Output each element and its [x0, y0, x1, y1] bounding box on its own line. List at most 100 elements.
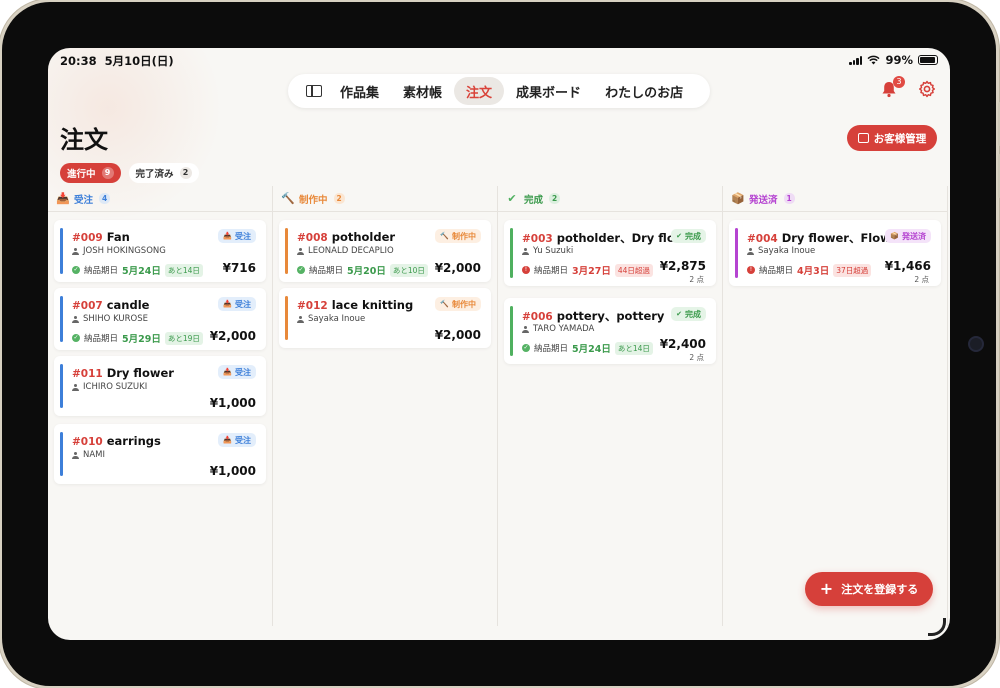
customer-button-label: お客様管理	[873, 132, 927, 145]
inbox-icon: 📥	[223, 368, 232, 376]
gear-icon[interactable]	[918, 80, 936, 98]
hammer-icon: 🔨	[440, 232, 449, 240]
order-customer: Sayaka Inoue	[747, 246, 815, 256]
order-title: potholder、Dry flo...	[556, 231, 688, 245]
column-count: 2	[333, 193, 345, 204]
due-date-row: ✓ 納品期日 5月20日 あと10日	[297, 263, 428, 277]
order-heading: #007 candle	[72, 298, 149, 312]
status-badge: 🔨 制作中	[435, 297, 481, 311]
nav-item-portfolio[interactable]: 作品集	[328, 77, 391, 105]
due-date: 5月29日	[122, 334, 161, 345]
inbox-icon: 📥	[223, 436, 232, 444]
order-price: ¥2,000	[434, 261, 481, 275]
order-card[interactable]: #008 potholder LEONALD DECAPLIO 🔨 制作中 ✓ 納品期日 5月…	[279, 220, 491, 282]
order-price: ¥716	[222, 261, 256, 275]
filter-label: 進行中	[67, 169, 96, 180]
card-accent-bar	[60, 228, 63, 274]
order-heading: #009 Fan	[72, 230, 130, 244]
clock-icon: ✓	[522, 344, 530, 352]
nav-item-orders[interactable]: 注文	[454, 77, 505, 105]
due-remaining-tag: 44日超過	[614, 263, 653, 277]
status-label: 受注	[235, 367, 251, 377]
nav-item-results-board[interactable]: 成果ボード	[504, 77, 593, 105]
order-customer: NAMI	[72, 450, 105, 460]
due-date-row: ✓ 納品期日 5月29日 あと19日	[72, 331, 203, 345]
filter-label: 完了済み	[135, 169, 174, 180]
filter-count: 2	[179, 167, 192, 179]
order-price: ¥2,000	[209, 329, 256, 343]
due-label: 納品期日	[84, 266, 119, 276]
order-customer: JOSH HOKINGSONG	[72, 246, 166, 256]
order-title: lace knitting	[331, 298, 414, 312]
column-label: 受注	[74, 194, 94, 206]
customer-management-button[interactable]: お客様管理	[847, 125, 937, 151]
due-label: 納品期日	[84, 334, 119, 344]
card-accent-bar	[285, 228, 288, 274]
due-remaining-tag: あと19日	[164, 331, 203, 345]
hammer-icon: 🔨	[281, 191, 295, 205]
check-circle-icon: ✔	[676, 232, 682, 240]
status-filters: 進行中 9 完了済み 2	[60, 163, 199, 183]
order-heading: #006 pottery、pottery	[522, 308, 664, 324]
order-card[interactable]: #004 Dry flower、Flower Sayaka Inoue 📦 発送済! 納品…	[729, 220, 941, 286]
nav-item-my-shop[interactable]: わたしのお店	[593, 77, 695, 105]
order-card[interactable]: #009 Fan JOSH HOKINGSONG 📥 受注 ✓ 納品期日 5月24日 あと14日…	[54, 220, 266, 282]
order-heading: #008 potholder	[297, 230, 395, 244]
column-label: 発送済	[749, 194, 778, 206]
order-customer: SHIHO KUROSE	[72, 314, 148, 324]
status-badge: 📥 受注	[218, 229, 256, 243]
filter-count: 9	[101, 167, 114, 179]
status-badge: 📦 発送済	[885, 229, 931, 243]
column-count: 2	[549, 193, 561, 204]
card-accent-bar	[510, 306, 513, 356]
person-icon	[522, 247, 529, 255]
order-card[interactable]: #006 pottery、pottery TARO YAMADA ✔ 完成 ✓ 納品期日 5月…	[504, 298, 716, 364]
clock: 20:38	[60, 54, 97, 68]
order-card[interactable]: #011 Dry flower ICHIRO SUZUKI 📥 受注 ¥1,000	[54, 356, 266, 416]
status-badge: ✔ 完成	[671, 229, 706, 243]
order-card[interactable]: #010 earrings NAMI 📥 受注 ¥1,000	[54, 424, 266, 484]
nav-item-materials[interactable]: 素材帳	[391, 77, 454, 105]
customer-name: Sayaka Inoue	[758, 246, 816, 256]
kanban-board: 📥 受注 4 #009 Fan JOSH HOKINGSONG 📥 受注 ✓ 納品期日 5月24日あ…	[48, 186, 950, 626]
order-customer: Sayaka Inoue	[297, 314, 365, 324]
column-2: ✔ 完成 2 #003 potholder、Dry flo... Yu Suzuki ✔ 完成…	[498, 186, 723, 626]
card-accent-bar	[510, 228, 513, 278]
person-icon	[72, 315, 79, 323]
add-order-button[interactable]: + 注文を登録する	[805, 572, 933, 606]
customer-name: LEONALD DECAPLIO	[308, 246, 394, 256]
status-label: 受注	[235, 435, 251, 445]
card-accent-bar	[735, 228, 738, 278]
order-heading: #010 earrings	[72, 434, 161, 448]
order-card[interactable]: #012 lace knitting Sayaka Inoue 🔨 制作中 ¥2,000	[279, 288, 491, 348]
filter-in-progress[interactable]: 進行中 9	[60, 163, 121, 183]
order-card[interactable]: #003 potholder、Dry flo... Yu Suzuki ✔ 完成! 納品期…	[504, 220, 716, 286]
order-price: ¥2,400	[659, 337, 706, 351]
order-number: #008	[297, 232, 328, 244]
front-camera	[968, 336, 984, 352]
sidebar-toggle-icon[interactable]	[306, 85, 322, 97]
due-label: 納品期日	[309, 266, 344, 276]
package-icon: 📦	[731, 191, 745, 205]
order-number: #010	[72, 436, 103, 448]
order-card[interactable]: #007 candle SHIHO KUROSE 📥 受注 ✓ 納品期日 5月29日 あと19日…	[54, 288, 266, 350]
status-badge: 📥 受注	[218, 433, 256, 447]
item-quantity: 2 点	[689, 353, 704, 362]
status-badge: 📥 受注	[218, 365, 256, 379]
page-title: 注文	[60, 126, 108, 154]
status-label: 制作中	[452, 231, 476, 241]
hammer-icon: 🔨	[440, 300, 449, 308]
column-label: 制作中	[299, 194, 328, 206]
due-date-row: ✓ 納品期日 5月24日 あと14日	[522, 341, 653, 355]
person-icon	[747, 247, 754, 255]
package-icon: 📦	[890, 232, 899, 240]
due-date: 5月24日	[122, 266, 161, 277]
due-label: 納品期日	[759, 266, 794, 276]
item-quantity: 2 点	[914, 275, 929, 284]
add-order-label: 注文を登録する	[841, 583, 919, 596]
filter-completed[interactable]: 完了済み 2	[128, 163, 199, 183]
status-label: 制作中	[452, 299, 476, 309]
plus-icon: +	[819, 579, 834, 598]
due-date-row: ! 納品期日 3月27日 44日超過	[522, 263, 653, 277]
order-price: ¥1,000	[209, 464, 256, 478]
